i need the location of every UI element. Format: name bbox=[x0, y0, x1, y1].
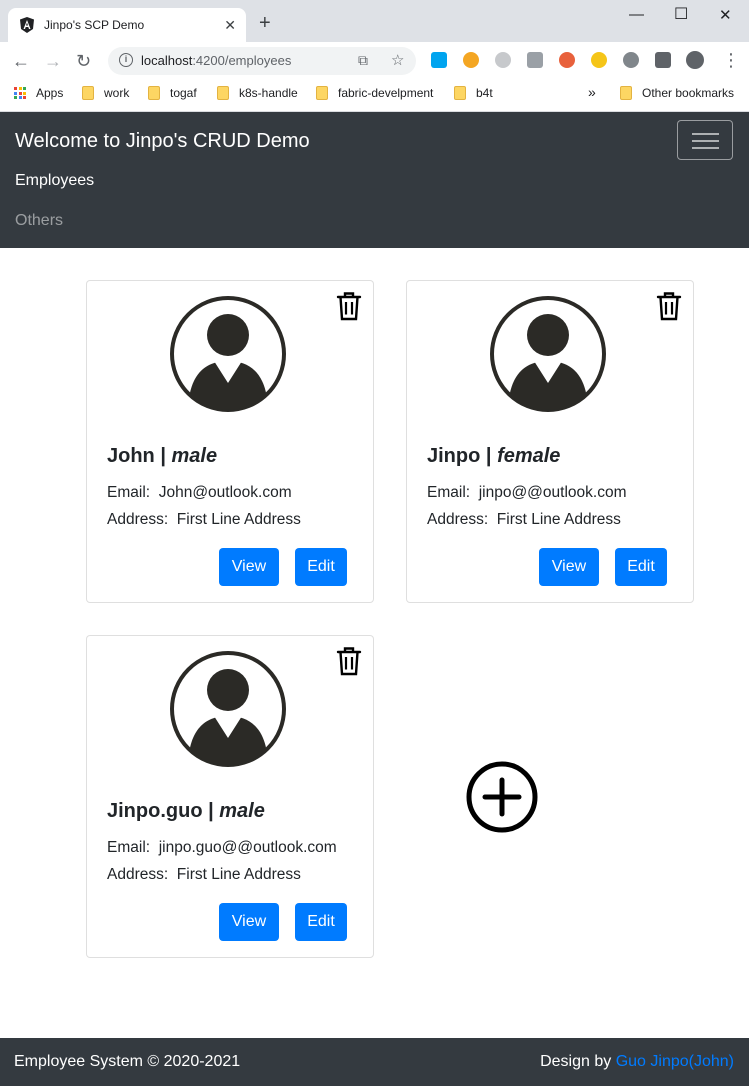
address-label: Address: bbox=[107, 511, 169, 528]
browser-tab[interactable]: Jinpo's SCP Demo ✕ bbox=[8, 8, 246, 42]
employee-name-heading: Jinpo.guo | male bbox=[107, 800, 265, 822]
page-footer: Employee System © 2020-2021 Design by Gu… bbox=[0, 1038, 749, 1086]
angular-favicon-icon bbox=[20, 17, 34, 33]
edit-button[interactable]: Edit bbox=[295, 903, 347, 941]
folder-icon bbox=[217, 86, 229, 100]
tab-title: Jinpo's SCP Demo bbox=[44, 18, 145, 32]
bookmark-togaf[interactable]: togaf bbox=[148, 86, 197, 100]
trash-icon[interactable] bbox=[335, 646, 363, 676]
folder-icon bbox=[148, 86, 160, 100]
window-close-icon[interactable]: ✕ bbox=[719, 6, 732, 24]
user-avatar-icon bbox=[170, 296, 286, 412]
employee-gender: female bbox=[497, 445, 561, 467]
employee-card: Jinpo.guo | male Email: jinpo.guo@@outloo… bbox=[86, 635, 374, 958]
trash-icon[interactable] bbox=[335, 291, 363, 321]
footer-copyright: Employee System © 2020-2021 bbox=[14, 1053, 241, 1070]
tab-close-icon[interactable]: ✕ bbox=[224, 17, 236, 34]
extension-icon[interactable] bbox=[463, 52, 479, 68]
bookmark-work[interactable]: work bbox=[82, 86, 129, 100]
email-label: Email: bbox=[107, 484, 151, 501]
folder-icon bbox=[454, 86, 466, 100]
bookmarks-bar: Apps work togaf k8s-handle fabric-develp… bbox=[0, 80, 749, 112]
employee-gender: male bbox=[219, 800, 265, 822]
url-text[interactable]: localhost:4200/employees bbox=[141, 53, 291, 68]
nav-link-others[interactable]: Others bbox=[15, 212, 63, 230]
footer-credit: Design by Guo Jinpo(John) bbox=[540, 1053, 734, 1070]
apps-grid-icon bbox=[14, 87, 26, 99]
bookmark-fabric-develpment[interactable]: fabric-develpment bbox=[316, 86, 433, 100]
view-button[interactable]: View bbox=[219, 903, 279, 941]
windows-extension-icon[interactable] bbox=[431, 52, 447, 68]
employee-email-row: Email: jinpo@@outlook.com bbox=[427, 484, 627, 502]
extension-icon[interactable] bbox=[559, 52, 575, 68]
extension-icon[interactable] bbox=[591, 52, 607, 68]
app-navbar: Welcome to Jinpo's CRUD Demo Employees O… bbox=[0, 112, 749, 248]
reload-icon[interactable]: ↻ bbox=[76, 51, 91, 71]
user-avatar-icon bbox=[490, 296, 606, 412]
edit-button[interactable]: Edit bbox=[295, 548, 347, 586]
bookmark-b4t[interactable]: b4t bbox=[454, 86, 493, 100]
new-tab-icon[interactable]: + bbox=[259, 13, 271, 33]
employee-address: First Line Address bbox=[496, 511, 621, 528]
extension-icon[interactable] bbox=[495, 52, 511, 68]
folder-icon bbox=[620, 86, 632, 100]
employee-email: jinpo@@outlook.com bbox=[478, 484, 627, 501]
bookmarks-overflow-icon[interactable]: » bbox=[588, 84, 596, 100]
employee-name-heading: John | male bbox=[107, 445, 218, 467]
view-button[interactable]: View bbox=[219, 548, 279, 586]
employee-address-row: Address: First Line Address bbox=[427, 511, 621, 529]
add-employee-button[interactable] bbox=[465, 760, 539, 834]
browser-toolbar: ← → ↻ i localhost:4200/employees ⧉ ☆ ⋮ bbox=[0, 42, 749, 80]
employee-email: John@outlook.com bbox=[158, 484, 292, 501]
edit-button[interactable]: Edit bbox=[615, 548, 667, 586]
address-label: Address: bbox=[107, 866, 169, 883]
employee-address-row: Address: First Line Address bbox=[107, 511, 301, 529]
puzzle-extensions-icon[interactable] bbox=[655, 52, 671, 68]
footer-author-link[interactable]: Guo Jinpo(John) bbox=[616, 1053, 734, 1070]
address-label: Address: bbox=[427, 511, 489, 528]
bookmark-other[interactable]: Other bookmarks bbox=[620, 86, 734, 100]
employee-address-row: Address: First Line Address bbox=[107, 866, 301, 884]
view-button[interactable]: View bbox=[539, 548, 599, 586]
employee-card: Jinpo | female Email: jinpo@@outlook.com A… bbox=[406, 280, 694, 603]
folder-icon bbox=[316, 86, 328, 100]
kebab-menu-icon[interactable]: ⋮ bbox=[722, 50, 740, 70]
nav-link-employees[interactable]: Employees bbox=[15, 172, 94, 190]
employee-address: First Line Address bbox=[176, 866, 301, 883]
browser-titlebar: Jinpo's SCP Demo ✕ + — ☐ ✕ bbox=[0, 0, 749, 42]
employee-name: Jinpo.guo bbox=[107, 800, 203, 822]
forward-icon[interactable]: → bbox=[44, 51, 62, 71]
employee-name: John bbox=[107, 445, 155, 467]
bookmark-k8s-handle[interactable]: k8s-handle bbox=[217, 86, 298, 100]
employee-card: John | male Email: John@outlook.com Addres… bbox=[86, 280, 374, 603]
address-bar[interactable]: i localhost:4200/employees ⧉ ☆ bbox=[108, 47, 416, 75]
navbar-toggler-button[interactable] bbox=[677, 120, 733, 160]
profile-icon[interactable] bbox=[686, 51, 704, 69]
employee-name-heading: Jinpo | female bbox=[427, 445, 561, 467]
maximize-icon[interactable]: ☐ bbox=[674, 4, 688, 24]
employee-name: Jinpo bbox=[427, 445, 481, 467]
user-avatar-icon bbox=[170, 651, 286, 767]
trash-icon[interactable] bbox=[655, 291, 683, 321]
navbar-brand[interactable]: Welcome to Jinpo's CRUD Demo bbox=[15, 130, 310, 153]
folder-icon bbox=[82, 86, 94, 100]
email-label: Email: bbox=[427, 484, 471, 501]
email-label: Email: bbox=[107, 839, 151, 856]
employee-address: First Line Address bbox=[176, 511, 301, 528]
employee-email-row: Email: John@outlook.com bbox=[107, 484, 292, 502]
bookmark-star-icon[interactable]: ☆ bbox=[391, 51, 404, 69]
extension-icon[interactable] bbox=[527, 52, 543, 68]
extension-icon[interactable] bbox=[623, 52, 639, 68]
site-info-icon[interactable]: i bbox=[119, 53, 133, 67]
back-icon[interactable]: ← bbox=[12, 51, 30, 71]
translate-icon[interactable]: ⧉ bbox=[358, 52, 368, 69]
bookmark-apps[interactable]: Apps bbox=[14, 86, 63, 100]
minimize-icon[interactable]: — bbox=[629, 6, 644, 23]
employee-gender: male bbox=[171, 445, 218, 467]
employee-email-row: Email: jinpo.guo@@outlook.com bbox=[107, 839, 337, 857]
employee-email: jinpo.guo@@outlook.com bbox=[158, 839, 337, 856]
